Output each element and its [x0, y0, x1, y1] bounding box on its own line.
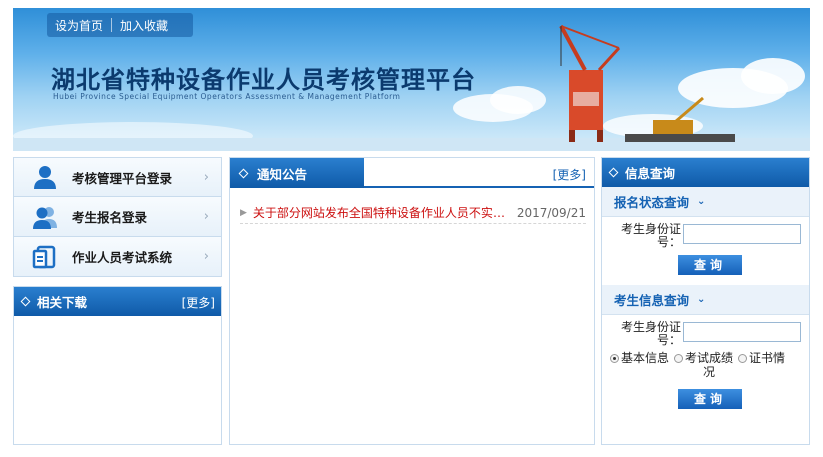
notice-item-date: 2017/09/21 — [516, 205, 586, 220]
tab-notice[interactable]: 通知公告 — [230, 158, 364, 188]
registration-status-section-header[interactable]: 报名状态查询 ⌄ — [602, 187, 809, 217]
radio-exam-score[interactable]: 考试成绩 况 — [674, 351, 733, 379]
query-type-radio-group: 基本信息 考试成绩 况 证书情 — [610, 351, 801, 379]
id-number-label: 考生身份证 号： — [620, 222, 681, 249]
group-users-icon — [33, 206, 57, 229]
downloads-more-link[interactable]: [更多] — [182, 294, 215, 311]
radio-unselected-icon[interactable] — [674, 354, 684, 363]
downloads-title: 相关下载 — [37, 295, 88, 310]
downloads-panel: 相关下载 [更多] — [13, 286, 222, 445]
id-number-label: 考生身份证 号： — [620, 320, 681, 347]
student-info-section-header[interactable]: 考生信息查询 ⌄ — [602, 285, 809, 315]
left-nav: 考核管理平台登录 › 考生报名登录 › 作业人员考试系统 › — [13, 157, 222, 277]
registration-status-form: 考生身份证 号： 查询 — [602, 217, 809, 275]
diamond-icon — [20, 296, 31, 307]
radio-selected-icon[interactable] — [610, 354, 619, 363]
downloads-header: 相关下载 [更多] — [14, 287, 221, 316]
add-favorite-link[interactable]: 加入收藏 — [112, 17, 176, 34]
notice-list: ▶ 关于部分网站发布全国特种设备作业人员不实信息... 2017/09/21 — [230, 188, 594, 224]
single-user-icon — [34, 166, 56, 189]
student-query-button[interactable]: 查询 — [678, 389, 742, 409]
id-number-field-row: 考生身份证 号： — [610, 221, 801, 249]
id-number-field-row: 考生身份证 号： — [610, 319, 801, 347]
document-icon — [32, 245, 56, 268]
nav-label: 考生报名登录 — [72, 210, 148, 225]
chevron-right-icon: › — [203, 209, 209, 224]
status-query-button[interactable]: 查询 — [678, 255, 742, 275]
nav-item-student-registration[interactable]: 考生报名登录 › — [13, 197, 222, 237]
notice-item-title[interactable]: 关于部分网站发布全国特种设备作业人员不实信息... — [253, 204, 515, 221]
student-id-number-input[interactable] — [683, 322, 801, 342]
diamond-icon — [608, 167, 619, 178]
chevron-down-icon: ⌄ — [697, 294, 706, 305]
site-title: 湖北省特种设备作业人员考核管理平台 — [51, 65, 476, 94]
nav-label: 考核管理平台登录 — [72, 170, 173, 186]
radio-basic-info[interactable]: 基本信息 — [610, 351, 669, 379]
notice-tab-bar: 通知公告 [更多] — [230, 158, 594, 188]
diamond-icon — [238, 168, 249, 178]
radio-label: 基本信息 — [621, 351, 670, 365]
notice-more-link[interactable]: [更多] — [553, 166, 586, 183]
header-banner: 设为首页 加入收藏 湖北省特种设备作业人员考核管理平台 Hubei Provin… — [13, 8, 810, 151]
nav-item-exam-system[interactable]: 作业人员考试系统 › — [13, 237, 222, 277]
info-title: 信息查询 — [625, 166, 676, 181]
status-id-number-input[interactable] — [683, 224, 801, 244]
header-links: 设为首页 加入收藏 — [47, 13, 193, 37]
chevron-right-icon: › — [203, 249, 209, 264]
notice-title: 通知公告 — [257, 166, 308, 182]
site-subtitle: Hubei Province Special Equipment Operato… — [53, 92, 401, 101]
bullet-arrow-icon: ▶ — [240, 207, 247, 218]
nav-item-platform-login[interactable]: 考核管理平台登录 › — [13, 157, 222, 197]
info-query-panel: 信息查询 报名状态查询 ⌄ 考生身份证 号： 查询 考生信息查询 ⌄ 考生身份证… — [601, 157, 810, 445]
list-item[interactable]: ▶ 关于部分网站发布全国特种设备作业人员不实信息... 2017/09/21 — [240, 202, 586, 224]
chevron-right-icon: › — [203, 170, 209, 185]
chevron-down-icon: ⌄ — [697, 196, 706, 207]
radio-label: 考试成绩 况 — [685, 351, 734, 379]
student-info-title: 考生信息查询 — [614, 293, 690, 308]
radio-label: 证书情 — [749, 351, 786, 365]
radio-certificate[interactable]: 证书情 — [738, 351, 785, 379]
set-homepage-link[interactable]: 设为首页 — [47, 17, 111, 34]
registration-status-title: 报名状态查询 — [614, 195, 690, 210]
radio-unselected-icon[interactable] — [738, 354, 748, 363]
info-header: 信息查询 — [602, 158, 809, 187]
notice-panel: 通知公告 [更多] ▶ 关于部分网站发布全国特种设备作业人员不实信息... 20… — [229, 157, 595, 445]
nav-label: 作业人员考试系统 — [72, 250, 173, 265]
student-info-form: 考生身份证 号： 基本信息 考试成绩 况 证书情 查询 — [602, 315, 809, 409]
